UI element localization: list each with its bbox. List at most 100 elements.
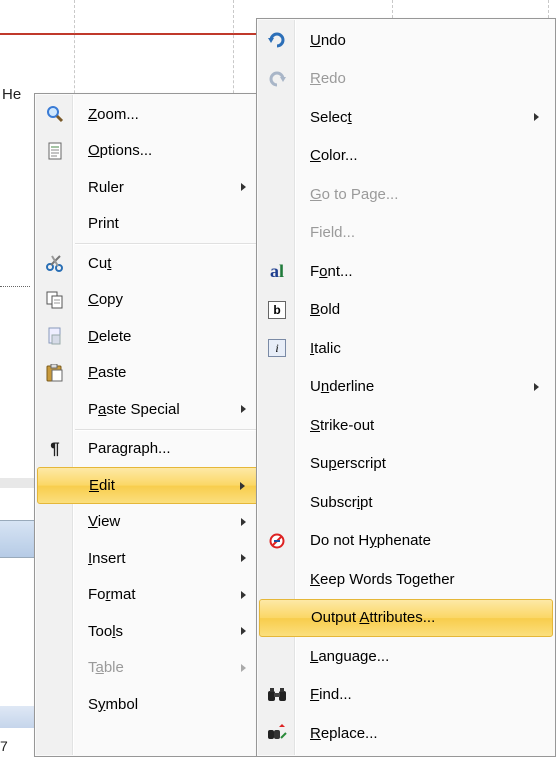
- icon-slot: [259, 638, 295, 674]
- menu-item-language[interactable]: Language...: [259, 637, 553, 676]
- menu-item-keep-words-together[interactable]: Keep Words Together: [259, 560, 553, 599]
- menu-item-output-attributes[interactable]: Output Attributes...: [259, 598, 553, 637]
- menu-item-zoom[interactable]: Zoom...: [37, 96, 260, 133]
- menu-item-field[interactable]: Field...: [259, 214, 553, 253]
- menu-item-label: Tools: [88, 622, 124, 640]
- undo-icon: [259, 22, 295, 58]
- menu-item-cut[interactable]: Cut: [37, 245, 260, 282]
- menu-item-label: Ruler: [88, 178, 124, 196]
- no-hyphenate-icon: [259, 523, 295, 559]
- submenu-arrow-icon: [241, 405, 246, 414]
- menu-item-label: Subscript: [310, 493, 373, 511]
- menu-item-label: Find...: [310, 686, 352, 704]
- icon-slot: [37, 650, 73, 686]
- icon-slot: [38, 467, 74, 503]
- menu-item-label: Superscript: [310, 455, 386, 473]
- menu-item-do-not-hyphenate[interactable]: Do not Hyphenate: [259, 522, 553, 561]
- menu-item-find[interactable]: Find...: [259, 676, 553, 715]
- menu-item-redo[interactable]: Redo: [259, 60, 553, 99]
- menu-item-ruler[interactable]: Ruler: [37, 169, 260, 206]
- icon-slot: [259, 484, 295, 520]
- menu-item-label: Strike-out: [310, 416, 375, 434]
- italic-icon: i: [259, 330, 295, 366]
- menu-item-label: Color...: [310, 147, 358, 165]
- menu-item-label: Zoom...: [88, 105, 139, 123]
- menu-item-label: Paste: [88, 364, 127, 382]
- submenu-arrow-icon: [241, 627, 246, 636]
- menu-item-format[interactable]: Format: [37, 577, 260, 614]
- menu-item-go-to-page[interactable]: Go to Page...: [259, 175, 553, 214]
- menu-item-color[interactable]: Color...: [259, 137, 553, 176]
- menu-item-options[interactable]: Options...: [37, 133, 260, 170]
- menu-item-label: Replace...: [310, 724, 378, 742]
- menu-item-label: View: [88, 513, 121, 531]
- menu-item-replace[interactable]: Replace...: [259, 714, 553, 753]
- menu-item-tools[interactable]: Tools: [37, 613, 260, 650]
- menu-item-label: Output Attributes...: [311, 609, 436, 627]
- icon-slot: [259, 561, 295, 597]
- menu-item-label: Format: [88, 586, 136, 604]
- menu-item-bold[interactable]: b Bold: [259, 291, 553, 330]
- submenu-arrow-icon: [241, 517, 246, 526]
- menu-item-undo[interactable]: Undo: [259, 21, 553, 60]
- menu-separator: [75, 243, 258, 245]
- submenu-arrow-icon: [241, 663, 246, 672]
- menu-item-label: Language...: [310, 647, 390, 665]
- replace-icon: [259, 715, 295, 751]
- icon-slot: [259, 446, 295, 482]
- icon-slot: [37, 613, 73, 649]
- menu-item-label: Table: [88, 659, 124, 677]
- page-margin-line: [0, 33, 260, 35]
- icon-slot: [259, 176, 295, 212]
- menu-item-paste-special[interactable]: Paste Special: [37, 391, 260, 428]
- menu-item-print[interactable]: Print: [37, 206, 260, 243]
- menu-item-italic[interactable]: i Italic: [259, 329, 553, 368]
- menu-item-subscript[interactable]: Subscript: [259, 483, 553, 522]
- submenu-arrow-icon: [241, 183, 246, 192]
- zoom-icon: [37, 96, 73, 132]
- menu-item-table[interactable]: Table: [37, 650, 260, 687]
- menu-item-label: Cut: [88, 254, 112, 272]
- menu-item-font[interactable]: al Font...: [259, 252, 553, 291]
- icon-slot: [37, 391, 73, 427]
- statusbar-fragment: [0, 706, 34, 728]
- icon-slot: [259, 99, 295, 135]
- menu-item-insert[interactable]: Insert: [37, 540, 260, 577]
- submenu-arrow-icon: [240, 482, 245, 491]
- menu-item-label: Select: [310, 108, 352, 126]
- menu-item-paste[interactable]: Paste: [37, 355, 260, 392]
- menu-item-select[interactable]: Select: [259, 98, 553, 137]
- icon-slot: [37, 540, 73, 576]
- menu-item-paragraph[interactable]: ¶ Paragraph...: [37, 431, 260, 468]
- submenu-arrow-icon: [534, 382, 539, 391]
- document-text: He: [2, 86, 22, 103]
- menu-item-label: Copy: [88, 291, 124, 309]
- edit-submenu: Undo Redo Select Color... Go to Page... Field…: [256, 18, 556, 757]
- menu-item-label: Insert: [88, 549, 126, 567]
- menu-item-edit[interactable]: Edit: [37, 467, 260, 504]
- menu-item-copy[interactable]: Copy: [37, 282, 260, 319]
- icon-slot: [259, 215, 295, 251]
- menu-item-label: Go to Page...: [310, 185, 399, 203]
- menu-item-label: Underline: [310, 378, 375, 396]
- menu-item-label: Redo: [310, 70, 346, 88]
- context-menu: Zoom... Options... Ruler Print Cut Copy Delete…: [34, 93, 263, 757]
- menu-item-label: Font...: [310, 262, 353, 280]
- status-text: 7: [0, 738, 8, 754]
- menu-item-label: Keep Words Together: [310, 570, 455, 588]
- paste-icon: [37, 355, 73, 391]
- icon-slot: [37, 169, 73, 205]
- icon-slot: [259, 407, 295, 443]
- menu-item-label: Paragraph...: [88, 440, 171, 458]
- scissors-icon: [37, 245, 73, 281]
- menu-item-symbol[interactable]: Symbol: [37, 686, 260, 723]
- menu-item-underline[interactable]: Underline: [259, 368, 553, 407]
- scroll-area: [0, 478, 34, 488]
- menu-item-delete[interactable]: Delete: [37, 318, 260, 355]
- menu-item-view[interactable]: View: [37, 504, 260, 541]
- menu-item-superscript[interactable]: Superscript: [259, 445, 553, 484]
- pilcrow-icon: ¶: [50, 438, 60, 458]
- binoculars-icon: [259, 677, 295, 713]
- menu-item-strike-out[interactable]: Strike-out: [259, 406, 553, 445]
- menu-item-label: Print: [88, 215, 119, 233]
